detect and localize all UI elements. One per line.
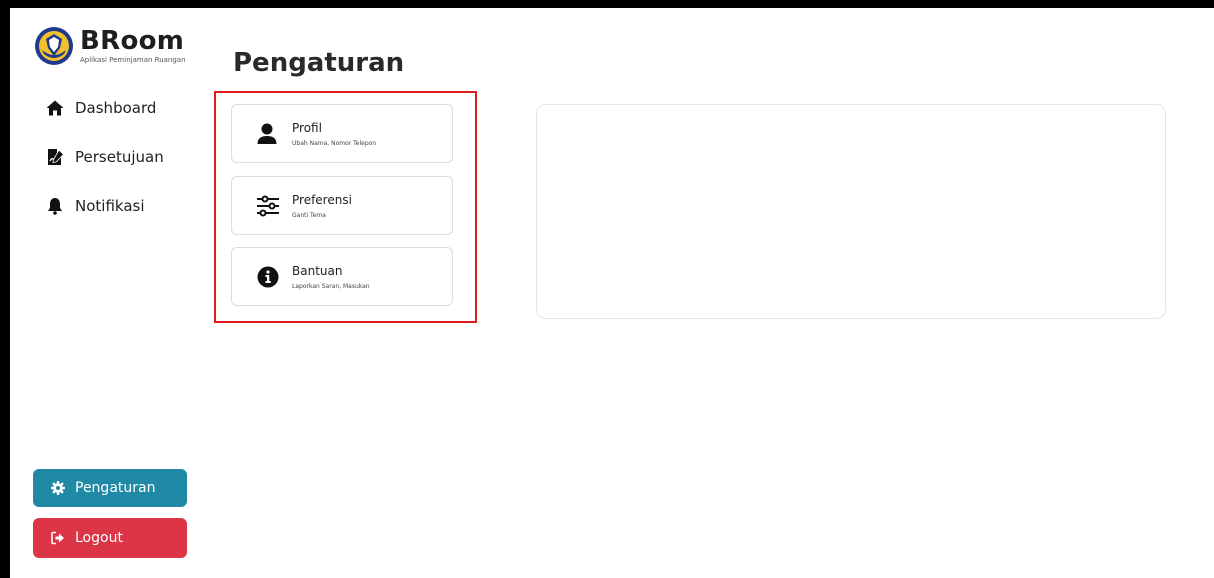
- brand-title: BRoom: [80, 26, 185, 56]
- shield-logo-icon: [35, 27, 73, 65]
- sidebar-item-persetujuan[interactable]: Persetujuan: [46, 145, 164, 169]
- settings-card-bantuan[interactable]: Bantuan Laporkan Saran, Masukan: [231, 247, 453, 306]
- settings-card-preferensi[interactable]: Preferensi Ganti Tema: [231, 176, 453, 235]
- card-title: Preferensi: [292, 192, 352, 207]
- sidebar-item-notifikasi[interactable]: Notifikasi: [46, 194, 164, 218]
- sidebar-item-label: Dashboard: [75, 99, 157, 117]
- logout-button-label: Logout: [75, 530, 123, 546]
- page-title: Pengaturan: [233, 48, 405, 78]
- brand[interactable]: BRoom Aplikasi Peminjaman Ruangan: [34, 26, 186, 66]
- home-icon: [46, 100, 64, 116]
- signature-icon: [48, 149, 64, 165]
- logout-icon: [51, 531, 64, 545]
- bell-icon: [48, 198, 62, 215]
- logout-button[interactable]: Logout: [33, 518, 187, 558]
- info-icon: [257, 266, 279, 287]
- app-frame: BRoom Aplikasi Peminjaman Ruangan Dashbo…: [10, 8, 1214, 578]
- card-subtitle: Ganti Tema: [292, 211, 326, 219]
- card-subtitle: Laporkan Saran, Masukan: [292, 282, 370, 290]
- gear-icon: [51, 481, 65, 495]
- settings-button-label: Pengaturan: [75, 480, 156, 496]
- sidebar-item-label: Notifikasi: [75, 197, 145, 215]
- sidebar-item-label: Persetujuan: [75, 148, 164, 166]
- card-title: Bantuan: [292, 263, 343, 278]
- brand-subtitle: Aplikasi Peminjaman Ruangan: [80, 56, 186, 64]
- settings-button[interactable]: Pengaturan: [33, 469, 187, 507]
- sidebar-nav: Dashboard Persetujuan Notifikasi: [46, 96, 164, 243]
- card-title: Profil: [292, 120, 322, 135]
- settings-detail-panel: [536, 104, 1166, 319]
- user-icon: [257, 123, 277, 144]
- sliders-icon: [257, 195, 279, 216]
- sidebar-item-dashboard[interactable]: Dashboard: [46, 96, 164, 120]
- card-subtitle: Ubah Nama, Nomor Telepon: [292, 139, 377, 147]
- settings-card-profil[interactable]: Profil Ubah Nama, Nomor Telepon: [231, 104, 453, 163]
